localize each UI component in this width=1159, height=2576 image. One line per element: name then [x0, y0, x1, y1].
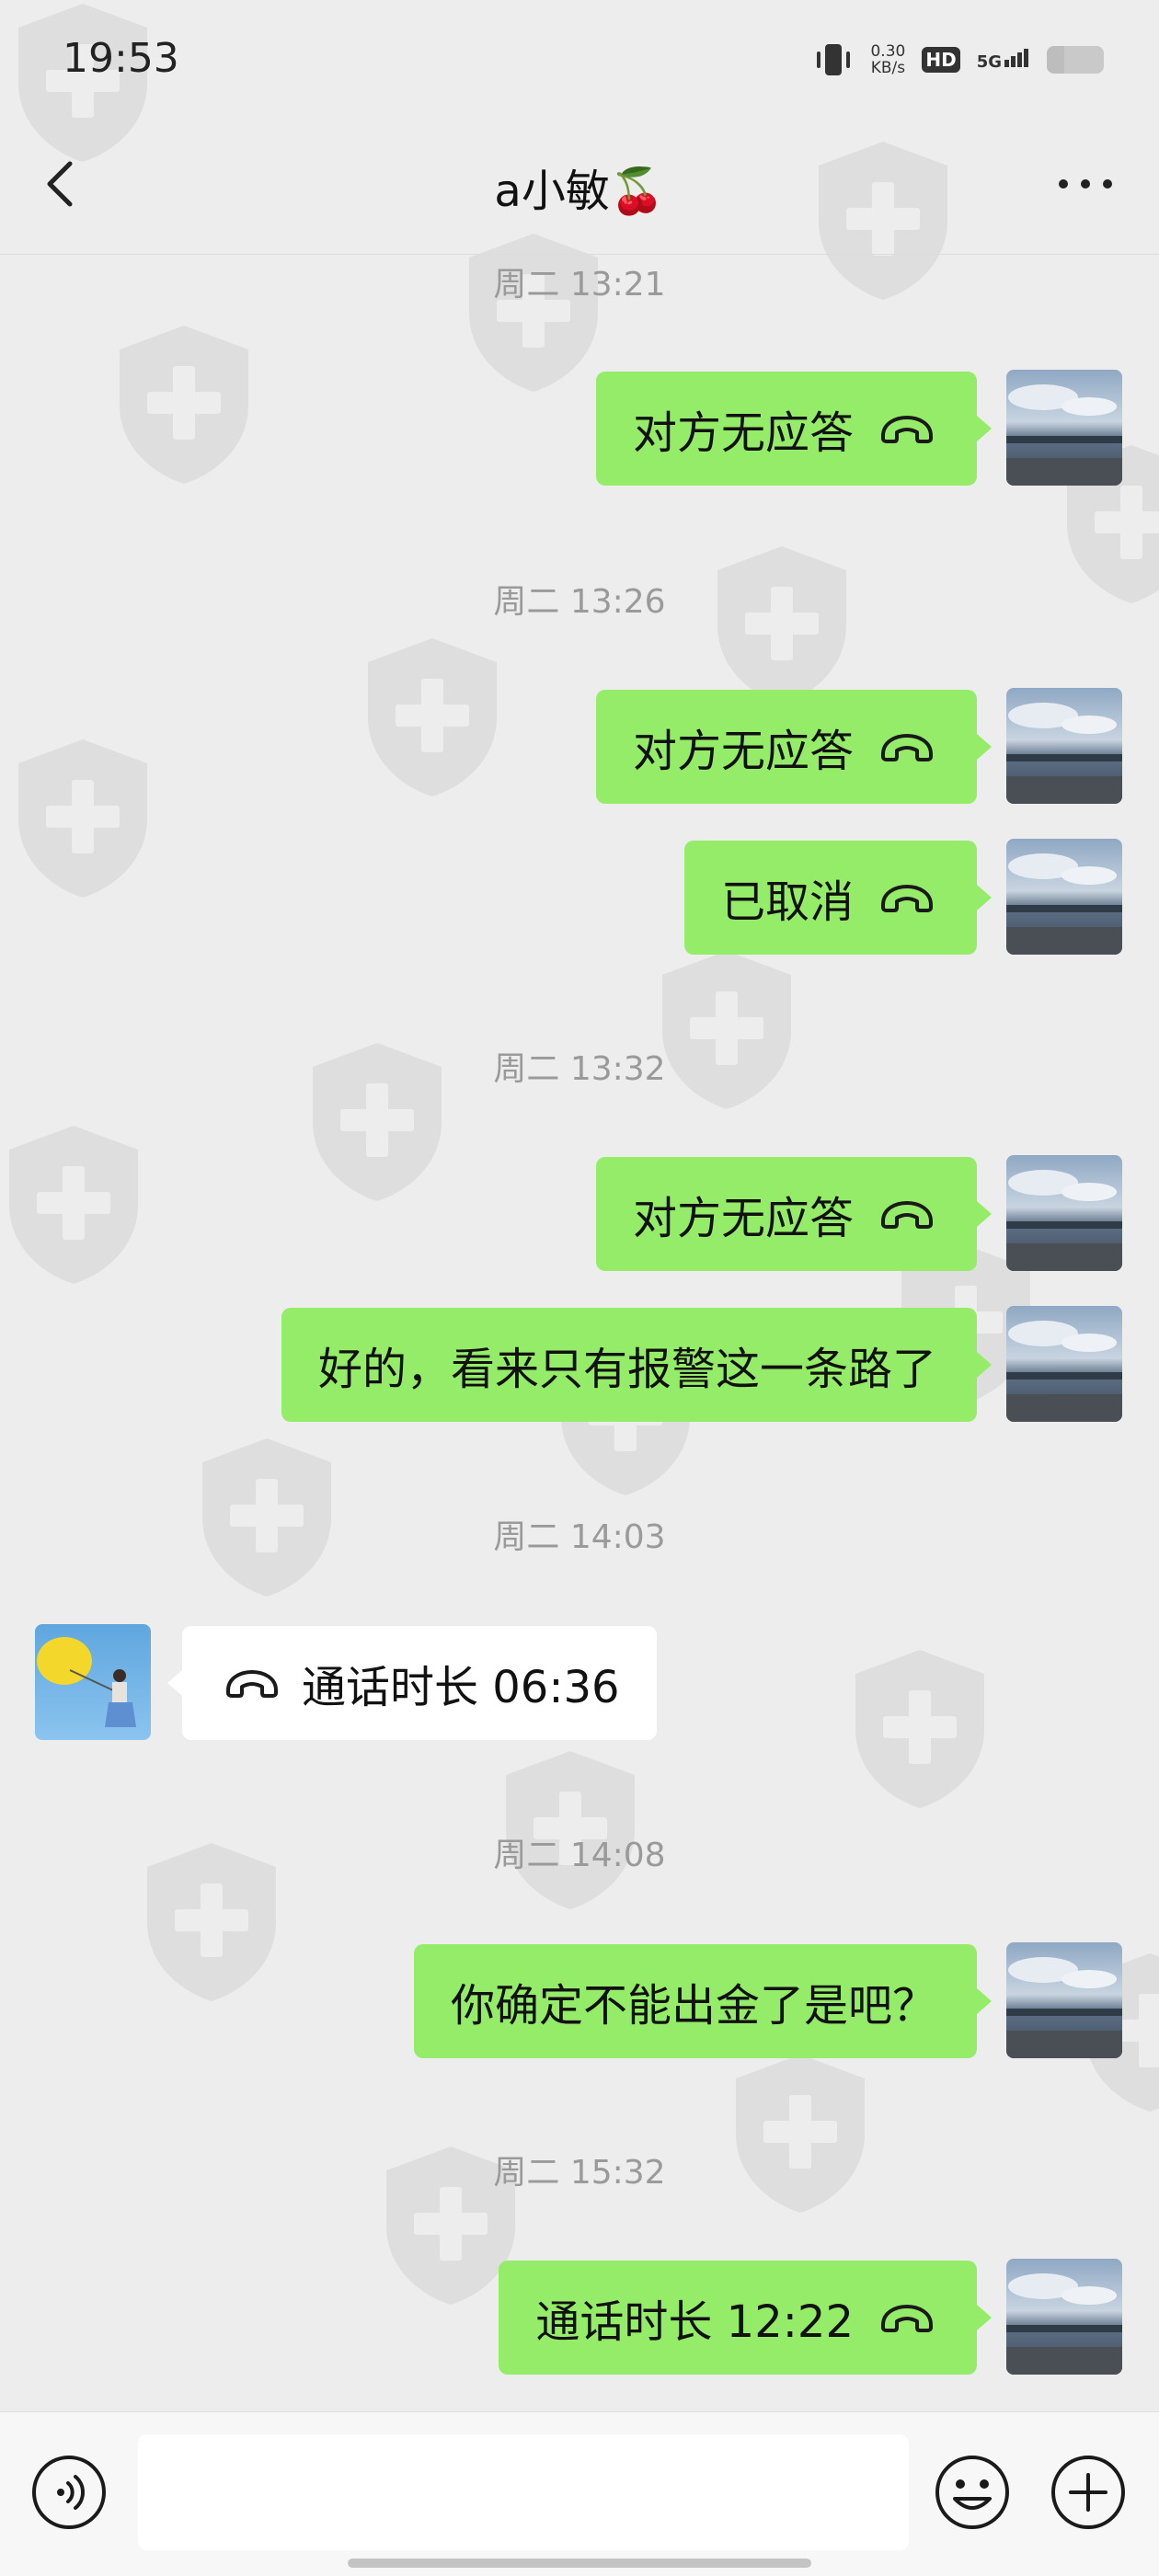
vibrate-icon [817, 44, 851, 75]
net-speed-unit: KB/s [870, 59, 906, 77]
avatar[interactable] [1006, 1306, 1122, 1422]
message-text: 你确定不能出金了是吧？ [450, 1980, 936, 2032]
avatar[interactable] [1006, 1942, 1122, 2058]
message-bubble-outgoing[interactable]: 已取消 [683, 841, 993, 955]
avatar-contact[interactable] [35, 1624, 151, 1740]
avatar[interactable] [1006, 688, 1122, 804]
message-bubble-outgoing[interactable]: 对方无应答 [595, 690, 993, 804]
battery-fill [1047, 46, 1064, 74]
status-bar: 19:53 0.30 KB/s HD 5G [0, 0, 1159, 120]
watermark-shield-icon [708, 543, 855, 708]
status-time: 19:53 [63, 35, 179, 82]
signal-icon: 5G [976, 48, 1030, 72]
message-bubble-outgoing[interactable]: 通话时长 12:22 [499, 2261, 992, 2375]
battery-icon [1047, 46, 1104, 74]
message-bubble-outgoing[interactable]: 好的，看来只有报警这一条路了 [281, 1308, 993, 1422]
input-bar [0, 2411, 1159, 2576]
avatar[interactable] [1006, 2259, 1122, 2375]
message-text: 已取消 [720, 876, 854, 928]
plus-icon[interactable] [1049, 2453, 1128, 2532]
watermark-shield-icon [359, 635, 506, 800]
avatar[interactable] [1006, 1155, 1122, 1271]
timestamp: 周二 15:32 [493, 2154, 666, 2192]
message-bubble-outgoing[interactable]: 对方无应答 [595, 372, 993, 486]
home-indicator[interactable] [348, 2559, 811, 2568]
hd-badge: HD [922, 47, 960, 73]
message-text: 对方无应答 [632, 407, 854, 459]
message-text: 好的，看来只有报警这一条路了 [317, 1344, 936, 1395]
chat-header: a小敏🍒 [0, 120, 1159, 255]
timestamp: 周二 13:26 [493, 583, 666, 621]
phone-hangup-icon [223, 1665, 281, 1701]
voice-icon[interactable] [29, 2453, 109, 2532]
avatar[interactable] [1006, 839, 1122, 955]
watermark-shield-icon [0, 1122, 147, 1288]
emoji-icon[interactable] [933, 2453, 1012, 2532]
watermark-shield-icon [9, 736, 156, 901]
status-icons: 0.30 KB/s HD 5G [813, 37, 1104, 83]
message-bubble-outgoing[interactable]: 对方无应答 [595, 1157, 993, 1271]
more-dots-icon[interactable] [1049, 156, 1122, 212]
message-text: 通话时长 06:36 [302, 1662, 620, 1713]
message-text: 对方无应答 [632, 726, 854, 777]
message-text: 对方无应答 [632, 1193, 854, 1244]
phone-hangup-icon [878, 2299, 936, 2336]
watermark-shield-icon [846, 1646, 993, 1812]
net-speed-value: 0.30 [870, 42, 906, 61]
message-input[interactable] [138, 2434, 909, 2550]
phone-hangup-icon [878, 879, 936, 916]
timestamp: 周二 14:03 [493, 1518, 666, 1556]
net-speed: 0.30 KB/s [870, 43, 905, 76]
phone-hangup-icon [878, 1196, 936, 1232]
timestamp: 周二 13:21 [493, 266, 666, 303]
timestamp: 周二 13:32 [493, 1050, 666, 1088]
watermark-shield-icon [460, 230, 607, 395]
watermark-shield-icon [110, 322, 258, 487]
message-bubble-incoming[interactable]: 通话时长 06:36 [167, 1626, 657, 1740]
network-type: 5G [976, 52, 1002, 72]
phone-hangup-icon [878, 410, 936, 447]
phone-hangup-icon [878, 728, 936, 765]
message-text: 通话时长 12:22 [535, 2296, 854, 2348]
chat-title: a小敏🍒 [494, 166, 665, 217]
timestamp: 周二 14:08 [493, 1837, 666, 1874]
avatar[interactable] [1006, 370, 1122, 486]
message-bubble-outgoing[interactable]: 你确定不能出金了是吧？ [413, 1944, 993, 2058]
